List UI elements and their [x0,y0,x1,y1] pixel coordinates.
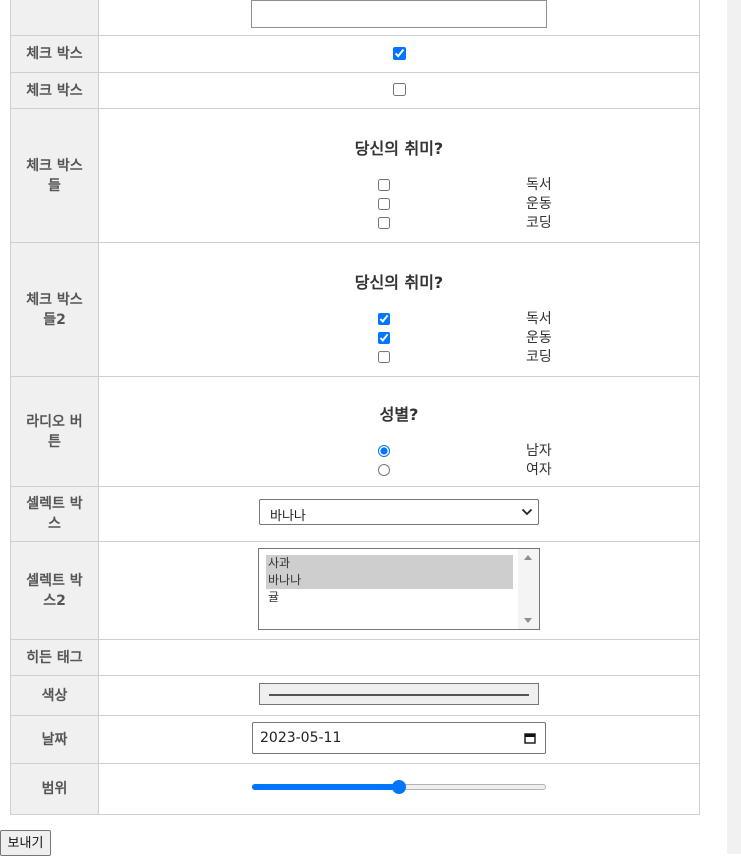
option-label: 운동 [526,330,552,346]
listbox-option-tangerine[interactable]: 귤 [266,589,513,606]
chevron-down-icon [521,508,533,516]
listbox-option-apple[interactable]: 사과 [266,554,513,572]
option-label: 코딩 [526,215,552,231]
gender-male-radio[interactable] [378,445,390,457]
hobby2-exercise-checkbox[interactable] [378,332,390,344]
table-row: 히든 태그 [10,639,700,676]
submit-button[interactable]: 보내기 [0,830,51,856]
hobby-question: 당신의 취미? [354,273,444,292]
checkbox-2[interactable] [392,83,406,96]
option-label: 운동 [526,196,552,212]
table-row: 라디오 버 튼 성별? 남자 여자 [10,376,700,487]
row-value: 당신의 취미? 독서 운동 코딩 [98,108,700,243]
row-label: 체크 박스 들 [10,108,99,243]
list-item: 독서 [99,176,699,195]
row-label: 라디오 버 튼 [10,376,99,487]
hobby-coding-checkbox[interactable] [378,217,390,229]
list-item: 운동 [99,195,699,214]
row-value [98,639,700,676]
row-label: 셀렉트 박 스2 [10,541,99,640]
row-value: 성별? 남자 여자 [98,376,700,487]
calendar-icon[interactable] [524,732,536,744]
slider-thumb[interactable] [392,780,406,794]
list-item: 독서 [99,310,699,329]
table-row: 셀렉트 박 스 바나나 [10,486,700,542]
color-swatch [269,693,529,696]
table-row: 날짜 2023-05-11 [10,715,700,764]
table-row: 색상 [10,675,700,716]
row-label-empty [10,0,99,36]
text-input[interactable] [251,0,547,28]
hobby2-coding-checkbox[interactable] [378,351,390,363]
row-label: 범위 [10,763,99,815]
fruit-select[interactable]: 바나나 [259,499,539,525]
option-label: 독서 [526,177,552,193]
option-label: 독서 [526,311,552,327]
table-row: 범위 [10,763,700,815]
date-value: 2023-05-11 [260,729,342,746]
row-label: 셀렉트 박 스 [10,486,99,542]
row-label: 체크 박스 들2 [10,242,99,377]
row-value: 당신의 취미? 독서 운동 코딩 [98,242,700,377]
table-row: 셀렉트 박 스2 사과 바나나 귤 [10,541,700,640]
row-value: 사과 바나나 귤 [98,541,700,640]
hobby2-reading-checkbox[interactable] [378,313,390,325]
row-label: 체크 박스 [10,72,99,109]
hobby-question: 당신의 취미? [354,139,444,158]
date-input[interactable]: 2023-05-11 [252,721,546,754]
list-item: 남자 [99,442,699,461]
option-label: 여자 [526,462,552,478]
checkbox-1[interactable] [392,46,406,60]
table-row [10,0,700,36]
table-row: 체크 박스 [10,35,700,73]
row-label: 색상 [10,675,99,716]
table-row: 체크 박스 들2 당신의 취미? 독서 운동 코딩 [10,242,700,377]
row-value [98,72,700,109]
row-value [98,675,700,716]
hobby-exercise-checkbox[interactable] [378,198,390,210]
option-label: 코딩 [526,349,552,365]
row-label: 체크 박스 [10,35,99,73]
list-item: 운동 [99,329,699,348]
listbox-scrollbar[interactable] [518,548,539,629]
list-item: 코딩 [99,214,699,233]
row-value [98,35,700,73]
fruit-listbox[interactable]: 사과 바나나 귤 [258,547,540,630]
range-slider[interactable] [252,777,546,797]
row-value: 2023-05-11 [98,715,700,764]
row-value: 바나나 [98,486,700,542]
table-row: 체크 박스 들 당신의 취미? 독서 운동 코딩 [10,108,700,243]
gender-question: 성별? [379,405,419,424]
row-label: 날짜 [10,715,99,764]
row-label: 히든 태그 [10,639,99,676]
table-row: 체크 박스 [10,72,700,109]
gender-female-radio[interactable] [378,464,390,476]
scroll-up-icon[interactable] [524,554,532,560]
list-item: 코딩 [99,348,699,367]
select-value: 바나나 [270,509,306,524]
option-label: 남자 [526,443,552,459]
color-picker[interactable] [259,682,539,705]
row-value [98,763,700,815]
page-scrollbar[interactable] [727,0,741,854]
scroll-down-icon[interactable] [524,617,532,623]
listbox-option-banana[interactable]: 바나나 [266,571,513,589]
list-item: 여자 [99,461,699,480]
row-value [98,0,700,36]
hobby-reading-checkbox[interactable] [378,179,390,191]
slider-fill [252,784,399,790]
form-table: 체크 박스 체크 박스 체크 박스 들 당신의 취미? 독서 운동 코딩 체크 … [10,0,700,815]
